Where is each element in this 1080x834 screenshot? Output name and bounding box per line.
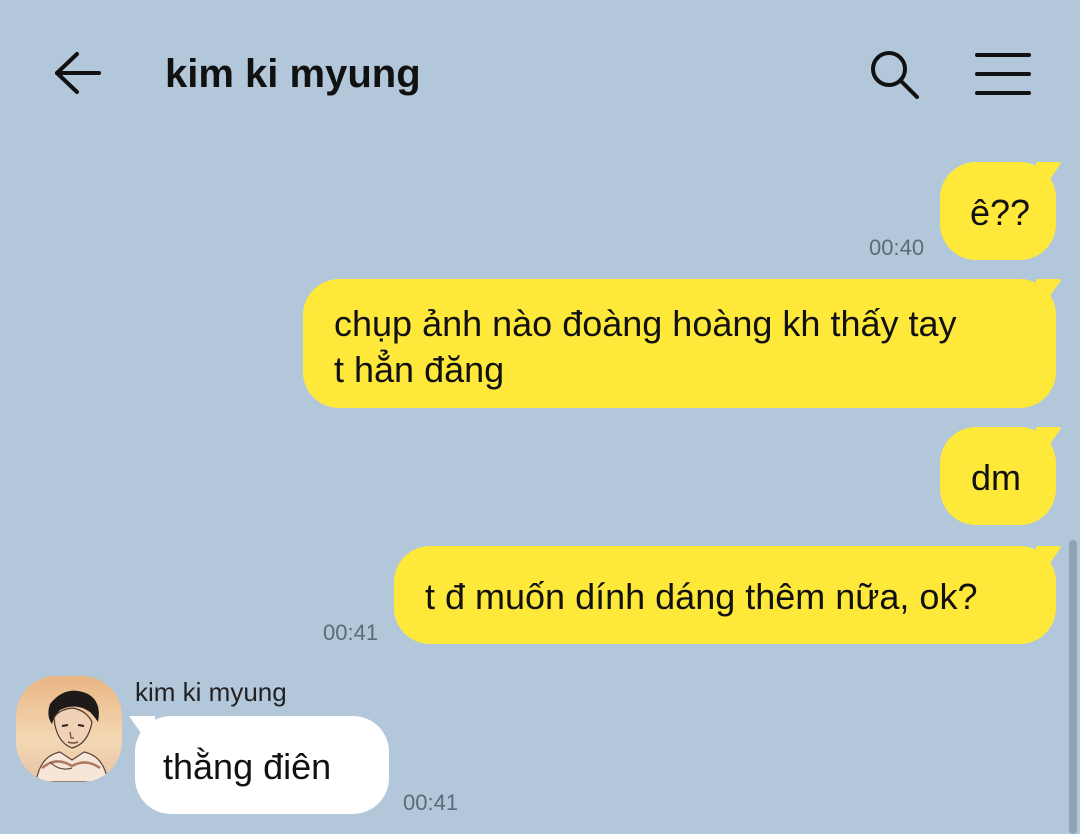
hamburger-menu-icon [975, 53, 1031, 95]
sender-name: kim ki myung [135, 677, 287, 707]
profile-photo [16, 676, 122, 782]
chat-header: kim ki myung [0, 0, 1080, 140]
arrow-left-icon [55, 52, 101, 94]
message-text-line: chụp ảnh nào đoàng hoàng kh thấy tay [334, 303, 957, 344]
message-text: ê?? [970, 192, 1031, 233]
search-icon [871, 51, 919, 99]
chat-title: kim ki myung [165, 52, 421, 96]
scrollbar[interactable] [1069, 540, 1077, 834]
back-button[interactable] [50, 48, 106, 98]
message-text: dm [971, 457, 1022, 498]
message-text: thằng điên [163, 746, 332, 787]
message-time: 00:41 [323, 620, 379, 645]
other-message-bubble[interactable]: thằng điên [135, 716, 389, 814]
message-text-line: t hẳn đăng [334, 349, 505, 390]
message-time: 00:41 [403, 790, 459, 815]
my-message-bubble[interactable]: dm [940, 427, 1056, 525]
avatar[interactable] [16, 676, 122, 782]
my-message-bubble[interactable]: ê?? [940, 162, 1056, 260]
message-time: 00:40 [869, 235, 925, 260]
my-message-bubble[interactable]: t đ muốn dính dáng thêm nữa, ok? [394, 546, 1056, 644]
menu-button[interactable] [972, 46, 1034, 102]
message-text: t đ muốn dính dáng thêm nữa, ok? [425, 576, 978, 617]
my-message-bubble[interactable]: chụp ảnh nào đoàng hoàng kh thấy tay t h… [303, 279, 1056, 408]
search-button[interactable] [864, 46, 924, 102]
